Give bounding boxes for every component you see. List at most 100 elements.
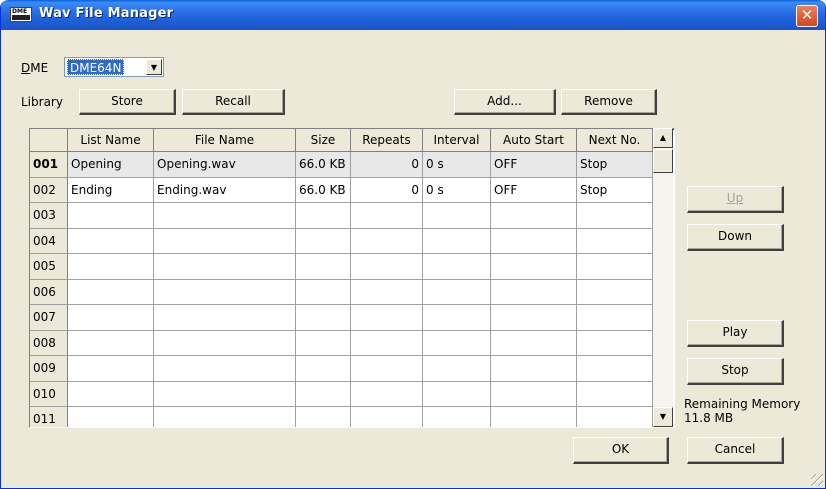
table-cell-next-no[interactable]: Stop <box>577 178 653 203</box>
ok-button[interactable]: OK <box>573 437 669 464</box>
table-cell-size[interactable] <box>296 382 351 407</box>
table-cell-list-name[interactable] <box>68 382 154 407</box>
table-cell-list-name[interactable]: Ending <box>68 178 154 203</box>
table-cell-next-no[interactable] <box>577 331 653 356</box>
row-number-header[interactable]: 011 <box>30 407 68 427</box>
table-cell-next-no[interactable] <box>577 382 653 407</box>
table-cell-size[interactable]: 66.0 KB <box>296 178 351 203</box>
row-number-header[interactable]: 005 <box>30 254 68 280</box>
table-cell-repeats[interactable] <box>351 407 423 427</box>
table-cell-repeats[interactable] <box>351 331 423 356</box>
table-cell-file-name[interactable] <box>154 280 296 305</box>
table-cell-file-name[interactable] <box>154 305 296 331</box>
table-cell-size[interactable] <box>296 407 351 427</box>
close-icon[interactable]: ✕ <box>796 5 818 27</box>
table-cell-interval[interactable] <box>423 331 491 356</box>
title-bar[interactable]: DME Wav File Manager ✕ <box>1 0 825 30</box>
table-cell-file-name[interactable] <box>154 254 296 280</box>
table-cell-next-no[interactable] <box>577 305 653 331</box>
table-cell-file-name[interactable]: Opening.wav <box>154 152 296 178</box>
table-cell-list-name[interactable] <box>68 280 154 305</box>
table-cell-interval[interactable] <box>423 203 491 229</box>
table-cell-interval[interactable] <box>423 407 491 427</box>
table-cell-list-name[interactable] <box>68 229 154 254</box>
scroll-down-icon[interactable]: ▼ <box>653 407 673 427</box>
table-cell-repeats[interactable]: 0 <box>351 152 423 178</box>
table-cell-size[interactable] <box>296 254 351 280</box>
table-cell-repeats[interactable] <box>351 382 423 407</box>
table-cell-auto-start[interactable]: OFF <box>491 152 577 178</box>
table-cell-next-no[interactable] <box>577 407 653 427</box>
table-cell-interval[interactable] <box>423 229 491 254</box>
row-number-header[interactable]: 010 <box>30 382 68 407</box>
table-cell-auto-start[interactable] <box>491 331 577 356</box>
scroll-up-icon[interactable]: ▲ <box>653 128 673 148</box>
table-cell-auto-start[interactable] <box>491 407 577 427</box>
add-button[interactable]: Add... <box>454 89 556 115</box>
row-number-header[interactable]: 004 <box>30 229 68 254</box>
table-cell-repeats[interactable]: 0 <box>351 178 423 203</box>
table-cell-next-no[interactable] <box>577 229 653 254</box>
table-cell-interval[interactable]: 0 s <box>423 152 491 178</box>
table-cell-interval[interactable] <box>423 356 491 382</box>
table-cell-size[interactable] <box>296 229 351 254</box>
row-number-header[interactable]: 001 <box>30 152 68 178</box>
row-number-header[interactable]: 008 <box>30 331 68 356</box>
table-cell-repeats[interactable] <box>351 356 423 382</box>
table-cell-interval[interactable] <box>423 305 491 331</box>
col-header-interval[interactable]: Interval <box>423 129 491 152</box>
table-cell-file-name[interactable] <box>154 382 296 407</box>
table-cell-file-name[interactable] <box>154 331 296 356</box>
col-header-next-no[interactable]: Next No. <box>577 129 653 152</box>
table-cell-interval[interactable] <box>423 254 491 280</box>
table-cell-auto-start[interactable]: OFF <box>491 178 577 203</box>
up-button[interactable]: Up <box>687 186 784 213</box>
scroll-thumb[interactable] <box>653 149 673 173</box>
resize-grip[interactable] <box>811 474 823 486</box>
stop-button[interactable]: Stop <box>687 358 784 385</box>
table-cell-auto-start[interactable] <box>491 229 577 254</box>
store-button[interactable]: Store <box>79 89 176 115</box>
table-cell-interval[interactable] <box>423 280 491 305</box>
table-cell-list-name[interactable] <box>68 356 154 382</box>
table-cell-repeats[interactable] <box>351 203 423 229</box>
col-header-file-name[interactable]: File Name <box>154 129 296 152</box>
row-number-header[interactable]: 009 <box>30 356 68 382</box>
col-header-repeats[interactable]: Repeats <box>351 129 423 152</box>
table-cell-next-no[interactable] <box>577 203 653 229</box>
table-cell-size[interactable] <box>296 356 351 382</box>
table-cell-auto-start[interactable] <box>491 254 577 280</box>
col-header-size[interactable]: Size <box>296 129 351 152</box>
chevron-down-icon[interactable]: ▼ <box>146 59 162 75</box>
row-number-header[interactable]: 007 <box>30 305 68 331</box>
table-cell-list-name[interactable] <box>68 407 154 427</box>
table-cell-repeats[interactable] <box>351 305 423 331</box>
table-cell-size[interactable] <box>296 280 351 305</box>
table-cell-auto-start[interactable] <box>491 356 577 382</box>
down-button[interactable]: Down <box>687 224 784 251</box>
table-cell-file-name[interactable] <box>154 407 296 427</box>
wav-list-table[interactable]: List Name File Name Size Repeats Interva… <box>29 128 675 428</box>
table-cell-repeats[interactable] <box>351 229 423 254</box>
table-cell-auto-start[interactable] <box>491 280 577 305</box>
table-cell-next-no[interactable]: Stop <box>577 152 653 178</box>
table-cell-size[interactable]: 66.0 KB <box>296 152 351 178</box>
table-cell-next-no[interactable] <box>577 280 653 305</box>
dme-select[interactable]: DME64N ▼ <box>64 57 164 77</box>
table-cell-list-name[interactable] <box>68 203 154 229</box>
table-scrollbar[interactable]: ▲ ▼ <box>653 128 673 428</box>
table-cell-auto-start[interactable] <box>491 203 577 229</box>
col-header-list-name[interactable]: List Name <box>68 129 154 152</box>
row-number-header[interactable]: 002 <box>30 178 68 203</box>
row-number-header[interactable]: 006 <box>30 280 68 305</box>
table-cell-file-name[interactable] <box>154 229 296 254</box>
table-cell-interval[interactable]: 0 s <box>423 178 491 203</box>
table-cell-repeats[interactable] <box>351 280 423 305</box>
play-button[interactable]: Play <box>687 320 784 347</box>
cancel-button[interactable]: Cancel <box>687 437 784 464</box>
table-cell-list-name[interactable] <box>68 305 154 331</box>
table-cell-size[interactable] <box>296 331 351 356</box>
table-cell-next-no[interactable] <box>577 356 653 382</box>
remove-button[interactable]: Remove <box>561 89 657 115</box>
table-cell-auto-start[interactable] <box>491 382 577 407</box>
